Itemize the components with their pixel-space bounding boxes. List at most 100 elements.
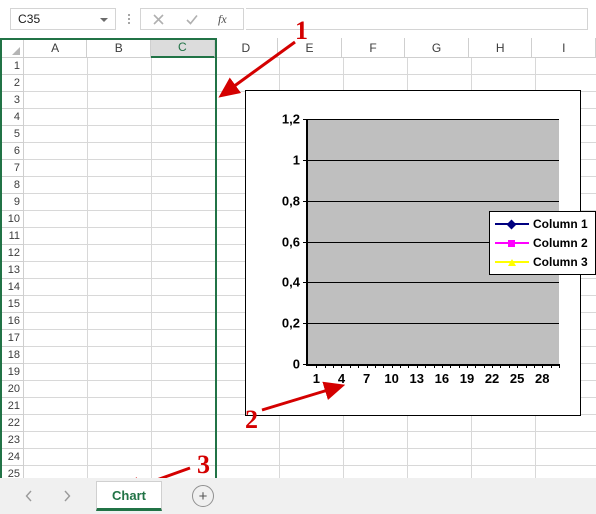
sheet-nav-buttons bbox=[22, 489, 74, 503]
row-header[interactable]: 18 bbox=[0, 347, 24, 364]
x-axis-tick bbox=[483, 364, 485, 368]
row-header[interactable]: 11 bbox=[0, 228, 24, 245]
row-header[interactable]: 24 bbox=[0, 449, 24, 466]
x-axis-tick bbox=[408, 364, 410, 368]
x-axis-tick bbox=[366, 364, 368, 368]
x-axis-tick bbox=[492, 364, 494, 368]
row-header[interactable]: 6 bbox=[0, 143, 24, 160]
annotation-label-3: 3 bbox=[197, 450, 210, 479]
x-axis-label: 7 bbox=[362, 371, 371, 386]
x-axis-tick bbox=[466, 364, 468, 368]
x-axis-tick bbox=[400, 364, 402, 368]
column-header-d[interactable]: D bbox=[214, 38, 279, 58]
y-axis-tick bbox=[303, 364, 308, 365]
sheet-tab-chart[interactable]: Chart bbox=[96, 481, 162, 511]
column-header-b[interactable]: B bbox=[87, 38, 151, 58]
row-header[interactable]: 14 bbox=[0, 279, 24, 296]
x-axis-label: 13 bbox=[409, 371, 424, 386]
x-axis-label: 10 bbox=[384, 371, 399, 386]
legend-item-column-1[interactable]: Column 1 bbox=[495, 217, 588, 231]
row-header[interactable]: 1 bbox=[0, 58, 24, 75]
confirm-check-icon[interactable] bbox=[177, 9, 207, 29]
column-header-c[interactable]: C bbox=[151, 38, 215, 58]
annotation-label-1: 1 bbox=[295, 16, 308, 45]
select-all-button[interactable] bbox=[0, 38, 24, 58]
y-axis-tick bbox=[303, 159, 308, 161]
row-header[interactable]: 16 bbox=[0, 313, 24, 330]
x-axis-tick bbox=[550, 364, 552, 368]
annotation-label-2: 2 bbox=[245, 405, 258, 434]
row-header-column: 1 2 3 4 5 6 7 8 9 10 11 12 13 14 15 16 1… bbox=[0, 58, 24, 483]
row-header[interactable]: 19 bbox=[0, 364, 24, 381]
fx-icon[interactable]: fx bbox=[211, 9, 241, 29]
chart-gridline bbox=[308, 159, 559, 161]
x-axis-tick bbox=[416, 364, 418, 368]
y-axis-label: 0,8 bbox=[281, 193, 300, 209]
x-axis-tick bbox=[433, 364, 435, 368]
legend-item-column-3[interactable]: Column 3 bbox=[495, 255, 588, 269]
vertical-dots-icon[interactable] bbox=[120, 8, 138, 30]
column-header-i[interactable]: I bbox=[532, 38, 596, 58]
nav-prev-icon[interactable] bbox=[22, 489, 36, 503]
x-axis-tick bbox=[508, 364, 510, 368]
svg-text:fx: fx bbox=[218, 12, 227, 26]
chart-gridline bbox=[308, 282, 559, 284]
x-axis-tick bbox=[559, 364, 560, 368]
column-header-h[interactable]: H bbox=[468, 38, 533, 58]
chart-object[interactable]: 0 0,2 0,4 0,6 0,8 1 1,2 1 4 7 10 13 16 19 22 25 28 Colum… bbox=[245, 90, 596, 416]
row-header[interactable]: 5 bbox=[0, 126, 24, 143]
formula-action-buttons: fx bbox=[140, 8, 244, 30]
x-axis-label: 25 bbox=[509, 371, 525, 386]
y-axis-tick bbox=[303, 323, 308, 325]
legend-item-column-2[interactable]: Column 2 bbox=[495, 236, 588, 250]
legend-swatch-column-2 bbox=[495, 238, 529, 248]
x-axis-tick bbox=[425, 364, 427, 368]
row-header[interactable]: 13 bbox=[0, 262, 24, 279]
row-header[interactable]: 23 bbox=[0, 432, 24, 449]
row-header[interactable]: 3 bbox=[0, 92, 24, 109]
row-header[interactable]: 7 bbox=[0, 160, 24, 177]
x-axis-label: 4 bbox=[337, 371, 346, 386]
row-header[interactable]: 12 bbox=[0, 245, 24, 262]
row-header[interactable]: 4 bbox=[0, 109, 24, 126]
x-axis-tick bbox=[341, 364, 343, 368]
x-axis-tick bbox=[358, 364, 360, 368]
x-axis-tick bbox=[391, 364, 393, 368]
legend-label-column-3: Column 3 bbox=[533, 255, 588, 269]
x-axis-label: 28 bbox=[535, 371, 550, 386]
row-header[interactable]: 21 bbox=[0, 398, 24, 415]
column-header-g[interactable]: G bbox=[405, 38, 469, 58]
column-header-e[interactable]: E bbox=[278, 38, 342, 58]
x-axis-tick bbox=[441, 364, 443, 368]
column-header-a[interactable]: A bbox=[23, 38, 88, 58]
add-sheet-plus-icon[interactable]: + bbox=[192, 485, 214, 507]
x-axis-tick bbox=[374, 364, 376, 368]
row-header[interactable]: 17 bbox=[0, 330, 24, 347]
row-header[interactable]: 15 bbox=[0, 296, 24, 313]
x-axis-tick bbox=[525, 364, 527, 368]
row-header[interactable]: 2 bbox=[0, 75, 24, 92]
row-header[interactable]: 8 bbox=[0, 177, 24, 194]
row-header[interactable]: 20 bbox=[0, 381, 24, 398]
x-axis-label: 16 bbox=[434, 371, 450, 386]
row-header[interactable]: 9 bbox=[0, 194, 24, 211]
y-axis-tick bbox=[303, 200, 308, 202]
x-axis-tick bbox=[475, 364, 477, 368]
column-header-f[interactable]: F bbox=[341, 38, 406, 58]
legend-label-column-1: Column 1 bbox=[533, 217, 588, 231]
x-axis-tick bbox=[383, 364, 385, 368]
nav-next-icon[interactable] bbox=[60, 489, 74, 503]
cancel-x-icon[interactable] bbox=[143, 9, 173, 29]
chevron-down-icon[interactable] bbox=[100, 18, 108, 22]
row-header[interactable]: 10 bbox=[0, 211, 24, 228]
excel-window: C35 fx A B C D E F G H I 1 2 3 4 5 6 7 8… bbox=[0, 0, 596, 514]
select-all-triangle-icon bbox=[11, 47, 20, 55]
x-axis-tick bbox=[517, 364, 519, 368]
row-header[interactable]: 22 bbox=[0, 415, 24, 432]
y-axis-label: 0,2 bbox=[281, 315, 300, 331]
legend-swatch-column-3 bbox=[495, 257, 529, 267]
chart-legend[interactable]: Column 1 Column 2 Column 3 bbox=[489, 211, 596, 275]
y-axis-tick bbox=[303, 119, 308, 120]
name-box[interactable]: C35 bbox=[10, 8, 116, 30]
x-axis-label: 19 bbox=[459, 371, 475, 386]
